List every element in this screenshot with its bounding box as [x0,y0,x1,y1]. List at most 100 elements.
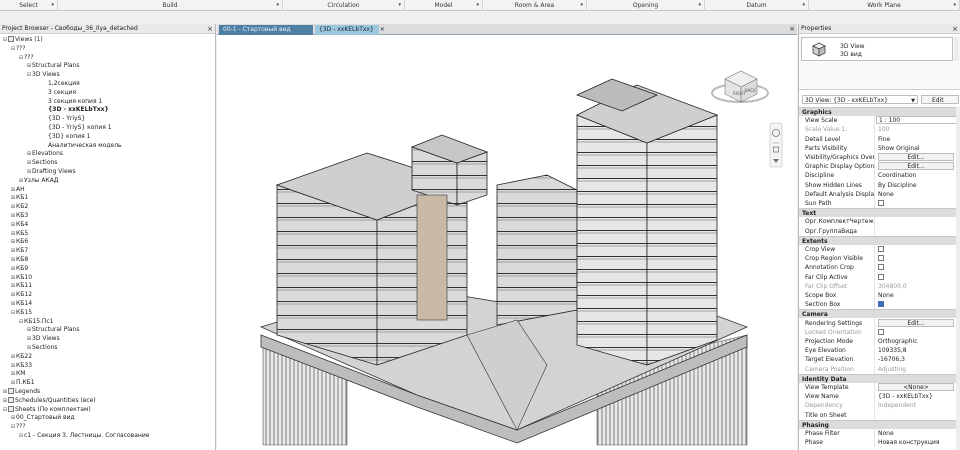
tree-item[interactable]: ⊞Structural Plans [0,325,215,334]
tree-item[interactable]: ⊞КБ7 [0,246,215,255]
type-selector[interactable]: 3D View 3D вид [799,35,960,90]
property-value[interactable]: Coordination [876,171,960,180]
tree-item[interactable]: ⊞КБ14 [0,299,215,308]
tree-item[interactable]: ⊞КБ3 [0,211,215,220]
checkbox[interactable] [878,246,884,252]
edit-button[interactable]: Edit... [878,318,954,327]
tree-item[interactable]: ⊞КБ1 [0,193,215,202]
ribbon-group-2[interactable]: Circulation ▾ [283,0,405,11]
tree-item[interactable]: ⊟с1 - Секция 3. Лестницы. Согласование [0,431,215,440]
property-value-button[interactable]: Edit... [876,162,960,171]
property-value[interactable]: By Discipline [876,181,960,190]
property-value[interactable]: 109335,8 [876,346,960,355]
property-checkbox[interactable] [876,263,960,272]
tree-item[interactable]: ⊞Sections [0,343,215,352]
tree-item[interactable]: ⊞Structural Plans [0,61,215,70]
tree-item[interactable]: ⊞КБ9 [0,264,215,273]
ribbon-group-0[interactable]: Select ▾ [0,0,58,11]
type-selector-box[interactable]: 3D View 3D вид [801,37,953,61]
tree-item[interactable]: ⊟КБ15.Пс1 [0,317,215,326]
property-group-header[interactable]: Identity Data [799,373,960,383]
property-group-header[interactable]: Camera [799,309,960,319]
ribbon-group-6[interactable]: Datum ▾ [705,0,809,11]
drawing-area-3d[interactable]: RIGHT BACK [217,35,797,450]
checkbox[interactable] [878,255,884,262]
tree-item[interactable]: ⊞Sections [0,158,215,167]
tree-item[interactable]: ⊞КБ12 [0,290,215,299]
viewcube[interactable]: RIGHT BACK [711,70,769,103]
tree-item[interactable]: ⊞АН [0,185,215,194]
tree-item[interactable]: ⊞КБ33 [0,361,215,370]
tree-item[interactable]: {3D - YriyS} копия 1 [0,123,215,132]
tree-item[interactable]: ⊟??? [0,422,215,431]
ribbon-group-5[interactable]: Opening ▾ [587,0,705,11]
property-value-button[interactable]: <None> [876,383,960,392]
tree-item[interactable]: ⊞КБ6 [0,237,215,246]
tree-item[interactable]: ⊞КБ2 [0,202,215,211]
tree-item[interactable]: 1,2секция [0,79,215,88]
tree-item[interactable]: ⊟3D Views [0,70,215,79]
tree-item[interactable]: ⊞КБ8 [0,255,215,264]
checkbox[interactable] [878,264,884,271]
close-icon[interactable]: × [952,24,958,33]
property-value[interactable] [876,217,960,226]
property-value[interactable]: -16706,3 [876,355,960,364]
tree-item[interactable]: ⊞ Legends [0,387,215,396]
checkbox[interactable] [878,200,884,206]
property-value[interactable]: None [876,429,960,438]
tree-item[interactable]: Аналитическая модель [0,141,215,150]
tree-item[interactable]: ⊞КБ22 [0,352,215,361]
checkbox[interactable] [878,328,884,335]
tree-item[interactable]: ⊟??? [0,53,215,62]
close-tab-icon[interactable]: × [380,26,385,33]
property-value-button[interactable]: Edit... [876,153,960,162]
ribbon-group-1[interactable]: Build ▾ [58,0,283,11]
property-checkbox[interactable] [876,199,960,208]
property-value[interactable]: Новая конструкция [876,438,960,447]
tree-item[interactable]: ⊞КБ4 [0,220,215,229]
tree-item[interactable]: ⊟КБ15 [0,308,215,317]
tree-item[interactable]: ⊞КБ11 [0,281,215,290]
tree-item[interactable]: {3D - xxKELbTxx} [0,105,215,114]
edit-button[interactable]: Edit... [878,153,954,161]
tree-item[interactable]: {3D} копия 1 [0,132,215,141]
property-value[interactable]: Orthographic [876,337,960,346]
tree-item[interactable]: ⊞3D Views [0,334,215,343]
tab-view-2[interactable]: {3D - xxKELbTxx} × [315,25,385,35]
ribbon-group-3[interactable]: Model ▾ [405,0,483,11]
property-value[interactable]: None [876,190,960,199]
property-checkbox[interactable] [876,300,960,309]
close-icon[interactable]: × [789,24,795,35]
property-value[interactable] [876,411,960,420]
tree-item[interactable]: ⊟ Views (1) [0,35,215,44]
ribbon-group-4[interactable]: Room & Area ▾ [483,0,587,11]
ribbon-group-7[interactable]: Work Plane ▾ [809,0,960,11]
property-value[interactable]: Show Original [876,144,960,153]
tree-item[interactable]: ⊞Узлы АКАД [0,176,215,185]
tab-view-1[interactable]: 00-1 - Стартовый вид [219,25,313,35]
tree-item[interactable]: ⊞00_Стартовый вид [0,413,215,422]
properties-scrollbar[interactable] [956,107,960,450]
tree-item[interactable]: {3D - YriyS} [0,114,215,123]
edit-button[interactable]: <None> [878,383,954,391]
instance-selector[interactable]: 3D View: {3D - xxKELbTxx} ▼ [802,95,918,104]
property-checkbox[interactable] [876,245,960,254]
tree-item[interactable]: ⊞П.КБ1 [0,378,215,387]
edit-type-button[interactable]: Edit Type [921,95,959,114]
tree-item[interactable]: ⊟??? [0,44,215,53]
tree-item[interactable]: ⊞КМ [0,369,215,378]
property-group-header[interactable]: Phasing [799,419,960,429]
tree-item[interactable]: 3 секция копия 1 [0,97,215,106]
property-group-header[interactable]: Text [799,208,960,218]
property-value[interactable]: 1 : 100 [876,116,960,125]
tree-item[interactable]: ⊞Elevations [0,149,215,158]
property-value-button[interactable]: Edit... [876,318,960,328]
property-group-header[interactable]: Graphics [799,107,960,116]
tree-item[interactable]: 3 секция [0,88,215,97]
property-checkbox[interactable] [876,273,960,282]
property-group-header[interactable]: Extents [799,235,960,245]
checkbox[interactable] [878,301,884,308]
tree-item[interactable]: ⊞ Schedules/Quantities (все) [0,396,215,405]
property-value[interactable]: None [876,291,960,300]
tree-item[interactable]: ⊞КБ5 [0,229,215,238]
